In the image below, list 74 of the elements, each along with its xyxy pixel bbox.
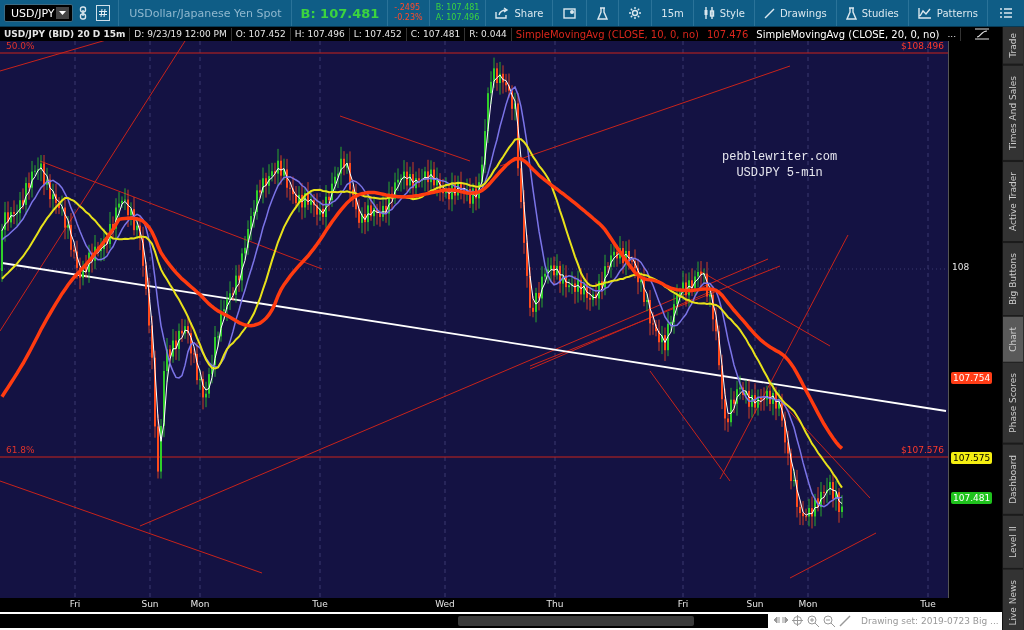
toolbar-button[interactable]: Share [485, 0, 553, 26]
more-studies: ... [943, 27, 962, 41]
ohlc-value: C: 107.481 [406, 27, 466, 41]
time-label: Fri [69, 599, 81, 609]
toolbar-button[interactable]: Style [692, 0, 754, 26]
toolbar-button[interactable]: 15m [651, 0, 693, 26]
candle-icon [702, 7, 715, 19]
chart-title: USD/JPY (BID) 20 D 15m [0, 27, 131, 41]
side-tab[interactable]: Chart [1003, 316, 1023, 364]
study-label: SimpleMovingAvg (CLOSE, 10, 0, no) [514, 27, 700, 41]
price-marker: 107.754 [951, 372, 993, 384]
time-label: Sun [141, 599, 159, 609]
time-label: Tue [312, 599, 328, 609]
hash-icon [99, 9, 108, 17]
curve-icon[interactable] [974, 28, 989, 40]
study-value: 107.476 [705, 27, 750, 41]
level-label: 61.8% [6, 445, 35, 455]
card-icon [563, 7, 577, 19]
side-tab[interactable]: Level II [1003, 515, 1023, 570]
side-tab[interactable]: Live News [1003, 569, 1023, 630]
study-label: SimpleMovingAvg (CLOSE, 20, 0, no) [755, 27, 941, 41]
side-tab[interactable]: Phase Scores [1003, 363, 1023, 446]
side-tab[interactable]: Trade [1003, 27, 1023, 66]
line-icon [763, 7, 775, 19]
time-label: Thu [546, 599, 564, 609]
level-price: $108.496 [901, 41, 944, 51]
price-marker: 107.481 [951, 492, 993, 504]
time-label: Fri [677, 599, 689, 609]
pencil-icon[interactable] [839, 615, 851, 627]
price-marker: 107.575 [951, 452, 993, 464]
last-price: B: 107.481 [291, 0, 388, 26]
zoom-in-icon[interactable] [807, 615, 819, 627]
side-tab[interactable]: Times And Sales [1003, 65, 1023, 162]
time-label: Mon [190, 599, 210, 609]
zoom-out-icon[interactable] [823, 615, 835, 627]
time-label: Tue [920, 599, 936, 609]
percent-change: -0.23% [394, 13, 423, 23]
side-tab[interactable]: Dashboard [1003, 445, 1023, 516]
scroll-thumb[interactable] [458, 616, 694, 626]
horizontal-scrollbar[interactable] [0, 614, 768, 628]
settings-icon [629, 7, 642, 19]
toolbar-button[interactable]: Studies [835, 0, 908, 26]
share-icon [495, 7, 510, 19]
level-price: $107.576 [901, 445, 944, 455]
toolbar-button[interactable]: Patterns [907, 0, 987, 26]
grid-button[interactable] [96, 5, 111, 21]
ohlc-value: L: 107.452 [349, 27, 407, 41]
ask-price: A: 107.496 [435, 13, 480, 23]
toolbar-button[interactable]: Drawings [753, 0, 836, 26]
chart-note: pebblewriter.com [722, 149, 838, 165]
time-label: Mon [798, 599, 818, 609]
flask-icon [597, 6, 609, 20]
flask-icon [845, 6, 857, 20]
chart-note: USDJPY 5-min [735, 165, 824, 181]
time-label: Sun [746, 599, 764, 609]
caret-icon [59, 11, 67, 15]
ohlc-value: D: 9/23/19 12:00 PM [130, 27, 232, 41]
price-tick: 108 [952, 262, 970, 272]
crosshair-icon[interactable] [792, 615, 803, 626]
side-tab[interactable]: Big Buttons [1003, 242, 1023, 317]
symbol-dropdown[interactable]: USD/JPY [4, 4, 74, 22]
level-label: 50.0% [6, 41, 35, 51]
time-label: Wed [435, 599, 455, 609]
pattern-icon [917, 7, 932, 19]
ohlc-value: O: 107.452 [231, 27, 291, 41]
net-change: -.2495 [394, 3, 422, 13]
side-tab[interactable]: Active Trader [1003, 161, 1023, 243]
expand-icon[interactable] [774, 615, 788, 625]
ohlc-value: R: 0.044 [465, 27, 512, 41]
link-icon[interactable] [78, 6, 87, 20]
ohlc-value: H: 107.496 [290, 27, 350, 41]
symbol-description: USDollar/Japanese Yen Spot [118, 0, 292, 26]
menu-icon [1000, 8, 1012, 18]
bid-price: B: 107.481 [435, 3, 480, 13]
